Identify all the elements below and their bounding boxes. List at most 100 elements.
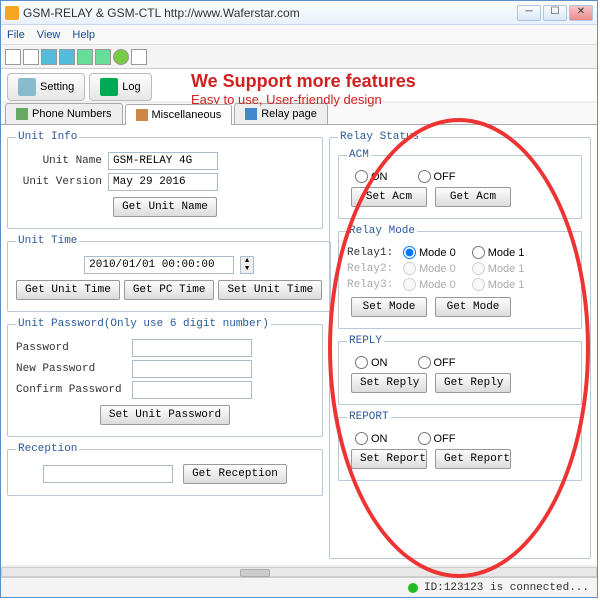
misc-icon bbox=[136, 109, 148, 121]
reply-group: REPLY ON OFF Set Reply Get Reply bbox=[338, 335, 582, 405]
acm-group: ACM ON OFF Set Acm Get Acm bbox=[338, 149, 582, 219]
status-bar: ID:123123 is connected... bbox=[1, 577, 597, 597]
get-unit-name-button[interactable]: Get Unit Name bbox=[113, 197, 217, 217]
time-down-button[interactable]: ▼ bbox=[241, 265, 253, 273]
unit-name-label: Unit Name bbox=[16, 155, 102, 167]
maximize-button[interactable]: ☐ bbox=[543, 5, 567, 21]
report-on-radio[interactable]: ON bbox=[355, 432, 388, 445]
open-icon[interactable] bbox=[23, 49, 39, 65]
connection-dot-icon bbox=[408, 583, 418, 593]
relay2-label: Relay2: bbox=[347, 263, 397, 275]
content-area: Unit Info Unit Name Unit Version Get Uni… bbox=[1, 125, 597, 565]
menu-help[interactable]: Help bbox=[72, 29, 95, 41]
menu-view[interactable]: View bbox=[37, 29, 61, 41]
set-unit-time-button[interactable]: Set Unit Time bbox=[218, 280, 322, 300]
wrench-icon bbox=[18, 78, 36, 96]
horizontal-scrollbar[interactable] bbox=[1, 567, 597, 577]
wave-icon bbox=[100, 78, 118, 96]
help-icon[interactable] bbox=[131, 49, 147, 65]
unit-name-input[interactable] bbox=[108, 152, 218, 170]
unit-info-group: Unit Info Unit Name Unit Version Get Uni… bbox=[7, 131, 323, 229]
set-mode-button[interactable]: Set Mode bbox=[351, 297, 427, 317]
setting-label: Setting bbox=[40, 81, 74, 93]
set-report-button[interactable]: Set Report bbox=[351, 449, 427, 469]
reply-on-radio[interactable]: ON bbox=[355, 356, 388, 369]
password-label: Password bbox=[16, 342, 126, 354]
get-acm-button[interactable]: Get Acm bbox=[435, 187, 511, 207]
tab-phone-numbers[interactable]: Phone Numbers bbox=[5, 103, 123, 124]
confirm-password-input[interactable] bbox=[132, 381, 252, 399]
new-password-input[interactable] bbox=[132, 360, 252, 378]
menubar: File View Help bbox=[1, 25, 597, 45]
unit-version-input[interactable] bbox=[108, 173, 218, 191]
get-pc-time-button[interactable]: Get PC Time bbox=[124, 280, 215, 300]
get-report-button[interactable]: Get Report bbox=[435, 449, 511, 469]
set-unit-password-button[interactable]: Set Unit Password bbox=[100, 405, 230, 425]
big-toolbar: Setting Log We Support more features Eas… bbox=[1, 69, 597, 101]
unit-time-group: Unit Time ▲ ▼ Get Unit Time Get PC Time … bbox=[7, 235, 331, 312]
report-legend: REPORT bbox=[347, 411, 391, 423]
set-acm-button[interactable]: Set Acm bbox=[351, 187, 427, 207]
pwd-legend: Unit Password(Only use 6 digit number) bbox=[16, 318, 271, 330]
reply-legend: REPLY bbox=[347, 335, 384, 347]
relay1-label: Relay1: bbox=[347, 247, 397, 259]
close-button[interactable]: ✕ bbox=[569, 5, 593, 21]
toolbar bbox=[1, 45, 597, 69]
acm-off-radio[interactable]: OFF bbox=[418, 170, 456, 183]
log-button[interactable]: Log bbox=[89, 73, 151, 101]
status-text: ID:123123 is connected... bbox=[424, 582, 589, 594]
reception-group: Reception Get Reception bbox=[7, 443, 323, 496]
relay2-mode1-radio: Mode 1 bbox=[472, 262, 525, 275]
relay3-mode1-radio: Mode 1 bbox=[472, 278, 525, 291]
titlebar: GSM-RELAY & GSM-CTL http://www.Waferstar… bbox=[1, 1, 597, 25]
relay2-mode0-radio: Mode 0 bbox=[403, 262, 456, 275]
set-reply-button[interactable]: Set Reply bbox=[351, 373, 427, 393]
relay-status-legend: Relay Status bbox=[338, 131, 421, 143]
reception-legend: Reception bbox=[16, 443, 79, 455]
window-title: GSM-RELAY & GSM-CTL http://www.Waferstar… bbox=[23, 6, 517, 20]
get-unit-time-button[interactable]: Get Unit Time bbox=[16, 280, 120, 300]
report-group: REPORT ON OFF Set Report Get Report bbox=[338, 411, 582, 481]
confirm-password-label: Confirm Password bbox=[16, 384, 126, 396]
tab-miscellaneous[interactable]: Miscellaneous bbox=[125, 104, 233, 125]
acm-legend: ACM bbox=[347, 149, 371, 161]
reply-off-radio[interactable]: OFF bbox=[418, 356, 456, 369]
relay1-mode0-radio[interactable]: Mode 0 bbox=[403, 246, 456, 259]
relay1-mode1-radio[interactable]: Mode 1 bbox=[472, 246, 525, 259]
unit-version-label: Unit Version bbox=[16, 176, 102, 188]
unit-time-legend: Unit Time bbox=[16, 235, 79, 247]
relay-mode-legend: Relay Mode bbox=[347, 225, 417, 237]
tool2-icon[interactable] bbox=[95, 49, 111, 65]
unit-password-group: Unit Password(Only use 6 digit number) P… bbox=[7, 318, 323, 437]
globe-icon[interactable] bbox=[113, 49, 129, 65]
promo-line1: We Support more features bbox=[191, 71, 416, 92]
relay-icon bbox=[245, 108, 257, 120]
acm-on-radio[interactable]: ON bbox=[355, 170, 388, 183]
saveall-icon[interactable] bbox=[59, 49, 75, 65]
get-mode-button[interactable]: Get Mode bbox=[435, 297, 511, 317]
get-reception-button[interactable]: Get Reception bbox=[183, 464, 287, 484]
relay-mode-group: Relay Mode Relay1: Mode 0 Mode 1 Relay2:… bbox=[338, 225, 582, 329]
new-password-label: New Password bbox=[16, 363, 126, 375]
report-off-radio[interactable]: OFF bbox=[418, 432, 456, 445]
unit-time-input[interactable] bbox=[84, 256, 234, 274]
time-up-button[interactable]: ▲ bbox=[241, 257, 253, 265]
phone-icon bbox=[16, 108, 28, 120]
log-label: Log bbox=[122, 81, 140, 93]
promo-text: We Support more features Easy to use, Us… bbox=[191, 71, 416, 107]
get-reply-button[interactable]: Get Reply bbox=[435, 373, 511, 393]
unit-info-legend: Unit Info bbox=[16, 131, 79, 143]
new-icon[interactable] bbox=[5, 49, 21, 65]
save-icon[interactable] bbox=[41, 49, 57, 65]
setting-button[interactable]: Setting bbox=[7, 73, 85, 101]
app-window: GSM-RELAY & GSM-CTL http://www.Waferstar… bbox=[0, 0, 598, 598]
relay3-label: Relay3: bbox=[347, 279, 397, 291]
reception-input[interactable] bbox=[43, 465, 173, 483]
relay-status-group: Relay Status ACM ON OFF Set Acm Get Acm … bbox=[329, 131, 591, 559]
relay3-mode0-radio: Mode 0 bbox=[403, 278, 456, 291]
minimize-button[interactable]: ─ bbox=[517, 5, 541, 21]
menu-file[interactable]: File bbox=[7, 29, 25, 41]
tool1-icon[interactable] bbox=[77, 49, 93, 65]
app-icon bbox=[5, 6, 19, 20]
password-input[interactable] bbox=[132, 339, 252, 357]
